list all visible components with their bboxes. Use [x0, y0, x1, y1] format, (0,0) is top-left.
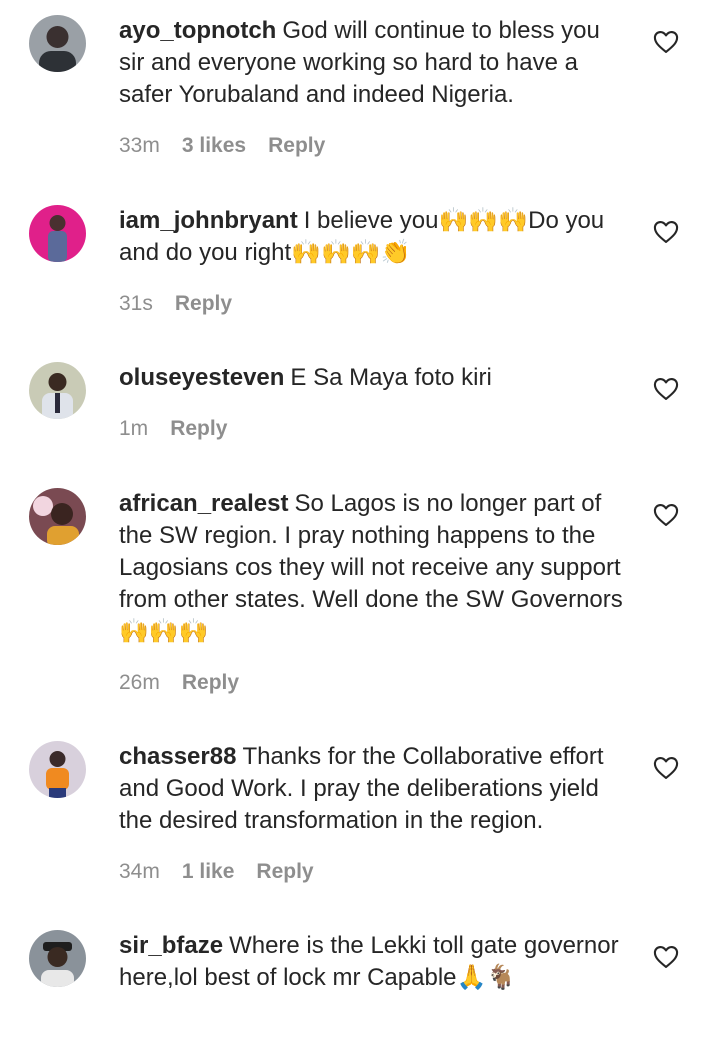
reply-button[interactable]: Reply: [182, 670, 239, 696]
comment-text: E Sa Maya foto kiri: [290, 364, 492, 391]
comment-likes[interactable]: 1 like: [182, 859, 235, 885]
comment-time: 31s: [119, 292, 153, 315]
comment-body: iam_johnbryant I believe you🙌🙌🙌Do you and…: [119, 205, 629, 317]
reply-button[interactable]: Reply: [175, 291, 232, 317]
avatar[interactable]: [29, 15, 86, 72]
avatar[interactable]: [29, 362, 86, 419]
comment-meta: 26m Reply: [119, 670, 629, 696]
comment-meta: 31s Reply: [119, 291, 629, 317]
avatar[interactable]: [29, 488, 86, 545]
heart-outline-icon[interactable]: [652, 754, 680, 782]
comment-time: 33m: [119, 134, 160, 157]
heart-outline-icon[interactable]: [652, 943, 680, 971]
heart-outline-icon[interactable]: [652, 501, 680, 529]
comment-time: 26m: [119, 671, 160, 694]
comment-body: african_realest So Lagos is no longer par…: [119, 488, 629, 696]
reply-button[interactable]: Reply: [268, 133, 325, 159]
comment-username[interactable]: oluseyesteven: [119, 364, 284, 391]
comment-meta: 34m 1 like Reply: [119, 859, 629, 885]
comment-likes[interactable]: 3 likes: [182, 133, 246, 159]
heart-outline-icon[interactable]: [652, 28, 680, 56]
reply-button[interactable]: Reply: [256, 859, 313, 885]
comment-username[interactable]: chasser88: [119, 743, 236, 770]
heart-outline-icon[interactable]: [652, 375, 680, 403]
heart-outline-icon[interactable]: [652, 218, 680, 246]
comment-meta: 33m 3 likes Reply: [119, 133, 629, 159]
comment-body: oluseyesteven E Sa Maya foto kiri 1m Repl…: [119, 362, 629, 442]
comment-username[interactable]: iam_johnbryant: [119, 207, 298, 234]
comment-time: 1m: [119, 417, 149, 440]
comment-meta: 1m Reply: [119, 416, 629, 442]
avatar[interactable]: [29, 741, 86, 798]
comment-body: chasser88 Thanks for the Collaborative ef…: [119, 741, 629, 885]
comment-body: sir_bfaze Where is the Lekki toll gate go…: [119, 930, 629, 994]
comment-username[interactable]: ayo_topnotch: [119, 17, 276, 44]
comment-body: ayo_topnotch God will continue to bless y…: [119, 15, 629, 159]
comment-username[interactable]: sir_bfaze: [119, 932, 223, 959]
comment-time: 34m: [119, 860, 160, 883]
avatar[interactable]: [29, 205, 86, 262]
reply-button[interactable]: Reply: [170, 416, 227, 442]
avatar[interactable]: [29, 930, 86, 987]
comment-username[interactable]: african_realest: [119, 490, 288, 517]
